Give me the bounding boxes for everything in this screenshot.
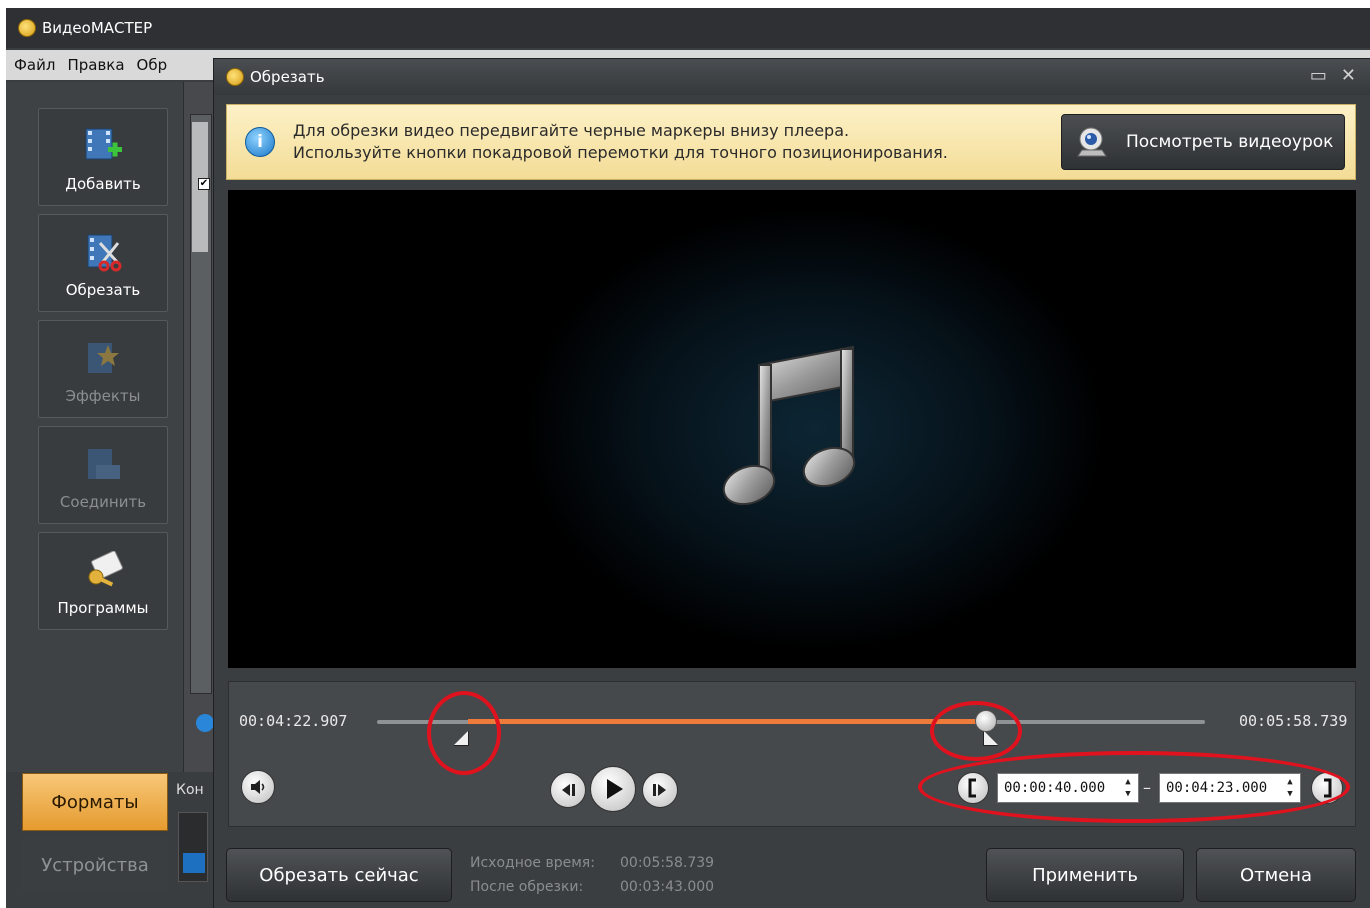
watch-lesson-label: Посмотреть видеоурок [1126,132,1334,152]
speaker-icon [251,780,265,794]
effects-icon [88,343,119,373]
timeline-start-time: 00:04:22.907 [239,712,348,730]
annotation-time-inputs-circle [918,751,1350,823]
status-dot-icon [196,714,214,732]
programs-label: Программы [57,599,149,617]
dialog-logo-icon [226,68,244,86]
cancel-button[interactable]: Отмена [1196,848,1356,902]
annotation-start-marker-circle [427,691,501,775]
join-icon [88,449,120,479]
play-button[interactable] [590,766,636,812]
info-icon: i [245,127,275,157]
menu-file[interactable]: Файл [14,56,55,74]
source-time-value: 00:05:58.739 [620,855,715,871]
source-time-label: Исходное время: [470,855,595,871]
annotation-end-marker-circle [930,701,1022,761]
play-icon [607,779,623,799]
webcam-icon [1077,127,1107,157]
file-checkbox[interactable]: ✔ [198,178,210,190]
app-titlebar: ВидеоМАСТЕР [6,8,1370,48]
add-button[interactable]: Добавить [38,108,168,206]
music-note-icon [722,345,856,506]
watch-lesson-button[interactable]: Посмотреть видеоурок [1061,114,1345,170]
dialog-title: Обрезать [250,68,325,86]
minimize-icon[interactable]: ▭ [1310,65,1327,86]
scissors-film-icon [87,234,122,272]
info-line-2: Используйте кнопки покадровой перемотки … [293,143,948,162]
app-title: ВидеоМАСТЕР [42,19,153,37]
prev-frame-icon [562,784,575,796]
timeline-selected-range [468,719,990,724]
info-text: Для обрезки видео передвигайте черные ма… [293,120,948,164]
source-time-row: Исходное время: 00:05:58.739 [470,855,714,871]
info-bar: i Для обрезки видео передвигайте черные … [226,104,1356,180]
timeline-end-time: 00:05:58.739 [1239,712,1348,730]
info-line-1: Для обрезки видео передвигайте черные ма… [293,121,850,140]
file-list-panel: ✔ [184,82,214,772]
trim-sidebar-label: Обрезать [65,281,141,299]
volume-button[interactable] [241,770,275,804]
join-button[interactable]: Соединить [38,426,168,524]
programs-key-icon [88,551,123,587]
menu-edit[interactable]: Правка [67,56,124,74]
programs-button[interactable]: Программы [38,532,168,630]
trim-sidebar-button[interactable]: Обрезать [38,214,168,312]
effects-label: Эффекты [65,387,141,405]
conversion-label: Кон [176,782,204,798]
left-sidebar: Добавить Обрезать Эффекты Соединить Прог… [6,82,184,772]
close-icon[interactable]: ✕ [1341,65,1356,86]
next-frame-icon [653,784,666,796]
add-film-icon [85,128,122,160]
tab-formats[interactable]: Форматы [22,773,168,831]
after-trim-label: После обрезки: [470,879,584,895]
add-button-label: Добавить [65,175,141,193]
format-thumbnail[interactable] [178,812,208,882]
join-label: Соединить [59,493,147,511]
apply-button[interactable]: Применить [986,848,1184,902]
app-logo-icon [18,19,36,37]
after-trim-value: 00:03:43.000 [620,879,715,895]
video-preview [228,190,1356,668]
dialog-titlebar: Обрезать ▭ ✕ [214,59,1370,95]
menu-process[interactable]: Обр [137,56,168,74]
effects-button[interactable]: Эффекты [38,320,168,418]
after-trim-row: После обрезки: 00:03:43.000 [470,879,714,895]
trim-now-button[interactable]: Обрезать сейчас [226,848,452,902]
next-frame-button[interactable] [642,772,678,808]
tab-devices[interactable]: Устройства [22,836,168,894]
prev-frame-button[interactable] [550,772,586,808]
